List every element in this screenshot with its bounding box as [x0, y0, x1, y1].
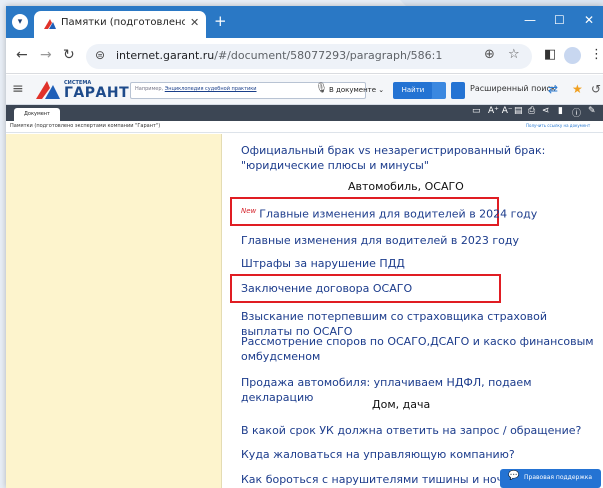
- url-omnibox[interactable]: ⊜ internet.garant.ru/#/document/58077293…: [86, 44, 532, 69]
- search-hint-prefix: Например,: [135, 86, 165, 92]
- new-tab-button[interactable]: +: [214, 12, 227, 30]
- info-icon[interactable]: ⓘ: [572, 106, 581, 119]
- search-options-button[interactable]: [451, 82, 465, 99]
- doc-link-item[interactable]: В какой срок УК должна ответить на запро…: [241, 423, 596, 438]
- document-tab[interactable]: Документ: [14, 108, 60, 121]
- profile-avatar[interactable]: [564, 47, 581, 64]
- url-host: internet.garant.ru: [116, 49, 215, 62]
- find-button[interactable]: Найти: [393, 82, 433, 99]
- hamburger-menu-icon[interactable]: ≡: [12, 81, 24, 97]
- garant-toolbar: ≡ СИСТЕМА ГАРАНТ Например, Энциклопедия …: [6, 75, 603, 105]
- advanced-search-link[interactable]: Расширенный поиск: [470, 84, 556, 93]
- favorites-star-icon[interactable]: ★: [572, 82, 583, 96]
- browser-tab[interactable]: Памятки (подготовлено экспе ✕: [34, 11, 206, 38]
- garant-favicon-icon: [44, 19, 56, 29]
- new-badge: New: [241, 207, 257, 215]
- toggle-icon[interactable]: ▭: [472, 106, 481, 116]
- url-path: /#/document/58077293/paragraph/586:1: [214, 49, 443, 62]
- find-dropdown-icon[interactable]: [432, 82, 446, 99]
- forward-arrow-icon[interactable]: →: [40, 47, 52, 63]
- document-content: Официальный брак vs незарегистрированный…: [6, 134, 603, 488]
- tab-close-icon[interactable]: ✕: [190, 16, 199, 29]
- share-icon[interactable]: ⋖: [542, 106, 550, 116]
- bookmark-icon[interactable]: ▮: [558, 106, 563, 116]
- doc-link-item[interactable]: Как бороться с нарушителями тишины и ноч…: [241, 472, 503, 487]
- garant-logo-icon[interactable]: [36, 81, 60, 99]
- sidepanel-icon[interactable]: ◧: [544, 47, 556, 62]
- browser-window: ▾ Памятки (подготовлено экспе ✕ + — ☐ ✕ …: [6, 6, 603, 488]
- document-title-bar: Памятки (подготовлено экспертами компани…: [6, 121, 603, 133]
- search-scope-select[interactable]: В документе ⌄: [329, 86, 384, 94]
- doc-link-item[interactable]: Рассмотрение споров по ОСАГО,ДСАГО и кас…: [241, 334, 596, 364]
- print-icon[interactable]: ⎙: [528, 106, 535, 116]
- minimize-button[interactable]: —: [524, 13, 536, 27]
- maximize-button[interactable]: ☐: [554, 13, 565, 27]
- support-label: Правовая поддержка: [524, 474, 593, 481]
- edit-icon[interactable]: ✎: [588, 106, 596, 116]
- tab-search-button[interactable]: ▾: [12, 14, 28, 30]
- document-tabs-bar: Документ ▭ A⁺ A⁻ ▤ ⎙ ⋖ ▮ ⓘ ✎: [6, 105, 603, 121]
- legal-support-button[interactable]: 💬 Правовая поддержка: [500, 469, 601, 488]
- search-hint: Например, Энциклопедия судебной практики: [135, 86, 257, 92]
- doc-link-item[interactable]: New Главные изменения для водителей в 202…: [241, 204, 596, 222]
- close-window-button[interactable]: ✕: [584, 13, 594, 27]
- history-icon[interactable]: ↺: [591, 82, 601, 96]
- doc-link-item[interactable]: Главные изменения для водителей в 2023 г…: [241, 233, 596, 248]
- doc-link-item[interactable]: Куда жаловаться на управляющую компанию?: [241, 447, 596, 462]
- section-heading: Автомобиль, ОСАГО: [348, 180, 464, 193]
- browser-titlebar: ▾ Памятки (подготовлено экспе ✕ + — ☐ ✕: [6, 6, 603, 38]
- doc-link-item[interactable]: Официальный брак vs незарегистрированный…: [241, 143, 596, 173]
- more-menu-icon[interactable]: ⋮: [590, 47, 603, 62]
- tab-title: Памятки (подготовлено экспе: [61, 17, 185, 28]
- back-arrow-icon[interactable]: ←: [16, 47, 28, 63]
- font-size-icon[interactable]: A⁺ A⁻: [488, 106, 513, 116]
- address-bar-row: ← → ↻ ⊜ internet.garant.ru/#/document/58…: [6, 38, 603, 74]
- microphone-icon[interactable]: 🎙: [315, 83, 328, 94]
- document-title: Памятки (подготовлено экспертами компани…: [10, 123, 161, 129]
- logo-text: ГАРАНТ: [64, 85, 130, 101]
- garant-search-input[interactable]: Например, Энциклопедия судебной практики…: [130, 82, 384, 99]
- url-text: internet.garant.ru/#/document/58077293/p…: [116, 49, 442, 62]
- site-info-icon[interactable]: ⊜: [95, 48, 105, 62]
- doc-link-item[interactable]: Заключение договора ОСАГО: [241, 281, 596, 296]
- zoom-icon[interactable]: ⊕: [484, 47, 495, 62]
- bookmark-star-icon[interactable]: ☆: [508, 47, 520, 62]
- chat-icon: 💬: [508, 471, 520, 481]
- reload-icon[interactable]: ↻: [63, 47, 75, 63]
- doc-link-item[interactable]: Штрафы за нарушение ПДД: [241, 256, 596, 271]
- left-panel: [6, 134, 222, 488]
- section-heading: Дом, дача: [372, 398, 431, 411]
- doc-link-text: Главные изменения для водителей в 2024 г…: [259, 207, 538, 221]
- compare-icon[interactable]: ⇄: [548, 82, 558, 96]
- save-icon[interactable]: ▤: [514, 106, 523, 116]
- search-hint-link[interactable]: Энциклопедия судебной практики: [165, 86, 257, 92]
- get-link-button[interactable]: Получить ссылку на документ: [526, 123, 590, 128]
